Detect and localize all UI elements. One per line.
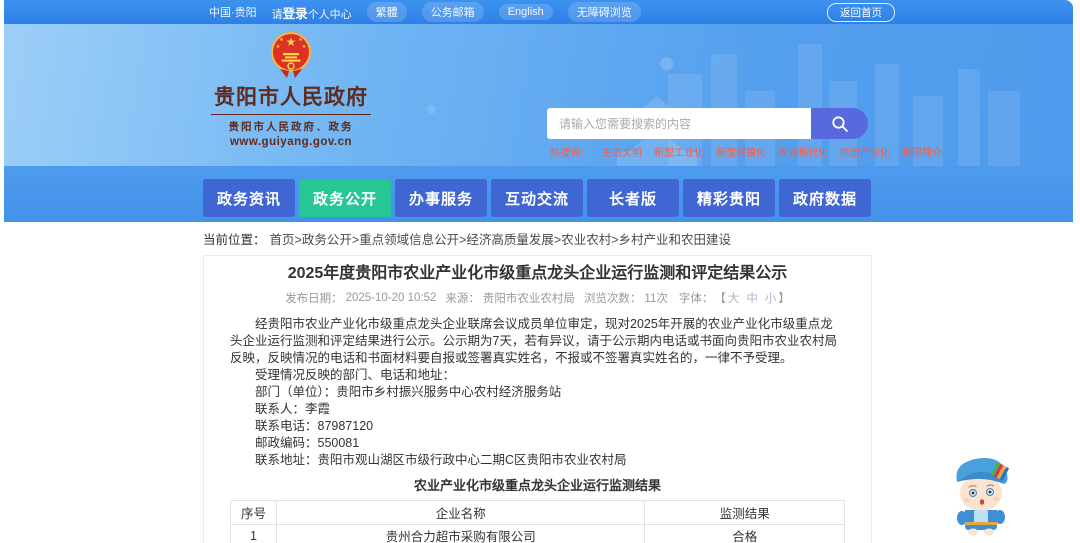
svg-text:★: ★	[286, 35, 297, 49]
views-label: 浏览次数：	[583, 293, 642, 305]
contact-lines: 部门（单位）：贵阳市乡村振兴服务中心农村经济服务站 联系人：李霞联系电话：8798…	[230, 384, 845, 469]
browser-page: 中国·贵阳 请登录个人中心 繁體公务邮箱 English 无障碍浏览 返回首页	[0, 0, 1080, 543]
article-card: 2025年度贵阳市农业产业化市级重点龙头企业运行监测和评定结果公示 发布日期： 2…	[203, 255, 872, 543]
contact-line: 部门（单位）：贵阳市乡村振兴服务中心农村经济服务站	[255, 385, 562, 399]
search-button[interactable]	[811, 108, 868, 139]
source: 贵阳市农业农村局	[482, 293, 575, 305]
table-header-cell: 企业名称	[276, 500, 646, 525]
contact-line: 邮政编码：550081	[255, 436, 360, 450]
hot-search-word[interactable]: 生态文明	[602, 144, 642, 159]
font-size-option[interactable]: 大	[728, 290, 740, 306]
guiyang-mascot-icon[interactable]	[945, 452, 1017, 536]
publish-date: 2025-10-20 10:52	[345, 292, 437, 304]
topbar-links: 中国·贵阳 请登录个人中心 繁體 公务邮箱 English 无障碍浏览	[209, 2, 641, 22]
font-size-bracket-open: 【	[714, 293, 726, 305]
topbar-link[interactable]: English	[498, 4, 553, 20]
topbar-link[interactable]: 无障碍浏览	[567, 2, 641, 22]
login-bold: 登录	[282, 6, 308, 21]
font-size-option[interactable]: 中	[746, 290, 758, 306]
article-title: 2025年度贵阳市农业产业化市级重点龙头企业运行监测和评定结果公示	[287, 265, 788, 282]
nav-tab[interactable]: 互动交流	[491, 179, 583, 217]
contact-line: 联系人：李霞	[255, 402, 331, 416]
nav-tab[interactable]: 政务资讯	[203, 179, 295, 217]
table-body: 1 贵州合力超市采购有限公司 合格 2 贵州友禾种业有限公司 合格	[229, 524, 845, 543]
table-header-row: 序号 企业名称 监测结果	[229, 500, 845, 525]
hot-search-words: 生态文明 新型工业化 新型城镇化 农业现代化 旅游产业化 贵阳简介	[602, 144, 942, 159]
hot-search-word[interactable]: 农业现代化	[778, 144, 828, 159]
search-bar	[547, 108, 868, 139]
topbar-pill-links: 繁體 公务邮箱 English 无障碍浏览	[366, 2, 641, 22]
cell-result: 合格	[644, 524, 845, 543]
table-caption: 农业产业化市级重点龙头企业运行监测结果	[413, 478, 661, 493]
breadcrumb-label: 当前位置：	[203, 233, 266, 247]
site-wrapper: 中国·贵阳 请登录个人中心 繁體公务邮箱 English 无障碍浏览 返回首页	[4, 0, 1073, 543]
hot-search-word[interactable]: 新型城镇化	[716, 144, 766, 159]
site-header: ★ ★ ★ ★ ★ 贵阳市人民政府 贵阳市人民政府．政务 www.guiyang…	[4, 24, 1073, 166]
table-header-cell: 序号	[229, 500, 278, 525]
hot-search-word[interactable]: 新型工业化	[654, 144, 704, 159]
breadcrumb: 当前位置： 首页>政务公开>重点领域信息公开>经济高质量发展>农业农村>乡村产业…	[4, 222, 1073, 255]
topbar-link[interactable]: 公务邮箱	[421, 2, 484, 22]
contact-line: 联系电话：87987120	[255, 419, 374, 433]
article-meta: 发布日期： 2025-10-20 10:52 来源： 贵阳市农业农村局 浏览次数： 1…	[230, 290, 845, 306]
font-size-option[interactable]: 小	[765, 290, 777, 306]
article-paragraph: 受理情况反映的部门、电话和地址：	[255, 368, 456, 382]
breadcrumb-path[interactable]: 首页>政务公开>重点领域信息公开>经济高质量发展>农业农村>乡村产业和农田建设	[270, 229, 732, 248]
monitoring-result-table: 序号企业名称监测结果 1 贵州合力超市采购有限公司 合格 2	[229, 500, 845, 543]
table-header-cell: 监测结果	[644, 500, 845, 525]
hot-search-row: 热搜词： 生态文明 新型工业化 新型城镇化 农业现代化 旅游产业化 贵阳简介	[550, 144, 942, 159]
top-utility-bar: 中国·贵阳 请登录个人中心 繁體 公务邮箱 English 无障碍浏览 返回首页	[4, 0, 1073, 24]
cell-company: 贵州合力超市采购有限公司	[276, 524, 646, 543]
nav-tab[interactable]: 政务公开	[299, 179, 391, 217]
china-national-emblem-icon: ★ ★ ★ ★ ★	[271, 32, 311, 78]
region-label: 中国·贵阳	[209, 7, 257, 19]
hot-search-label: 热搜词：	[550, 148, 590, 159]
svg-text:★: ★	[302, 44, 307, 50]
views: 11次	[644, 293, 668, 305]
font-size-controls: 大中小	[728, 290, 777, 306]
nav-tab[interactable]: 长者版	[587, 179, 679, 217]
back-home-button[interactable]: 返回首页	[827, 3, 895, 22]
article-body: 经贵阳市农业产业化市级重点龙头企业联席会议成员单位审定，现对2025年开展的农业…	[230, 316, 845, 469]
search-input[interactable]	[547, 108, 811, 139]
svg-text:★: ★	[298, 37, 303, 43]
svg-text:★: ★	[279, 37, 284, 43]
font-size-bracket-close: 】	[778, 293, 790, 305]
site-tagline: 贵阳市人民政府．政务	[211, 114, 371, 134]
site-logo-block[interactable]: ★ ★ ★ ★ ★ 贵阳市人民政府 贵阳市人民政府．政务 www.guiyang…	[210, 30, 372, 148]
nav-tab[interactable]: 政府数据	[779, 179, 871, 217]
topbar-link[interactable]: 繁體	[366, 2, 407, 22]
font-size-label: 字体：	[678, 293, 714, 305]
site-title: 贵阳市人民政府	[214, 86, 368, 109]
content-area: 2025年度贵阳市农业产业化市级重点龙头企业运行监测和评定结果公示 发布日期： 2…	[4, 255, 1073, 543]
site-url: www.guiyang.gov.cn	[229, 136, 353, 148]
login-link[interactable]: 请登录个人中心	[272, 3, 352, 22]
source-label: 来源：	[445, 293, 480, 305]
nav-tab[interactable]: 办事服务	[395, 179, 487, 217]
cell-index: 1	[229, 524, 278, 543]
hot-search-word[interactable]: 旅游产业化	[840, 144, 890, 159]
publish-date-label: 发布日期：	[285, 293, 343, 305]
magnifier-icon	[831, 115, 848, 132]
contact-line: 联系地址：贵阳市观山湖区市级行政中心二期C区贵阳市农业农村局	[255, 453, 627, 467]
svg-text:★: ★	[276, 44, 281, 50]
hot-search-word[interactable]: 贵阳简介	[902, 144, 942, 159]
article-paragraph: 经贵阳市农业产业化市级重点龙头企业联席会议成员单位审定，现对2025年开展的农业…	[230, 317, 837, 365]
table-row: 1 贵州合力超市采购有限公司 合格	[229, 524, 845, 543]
main-navigation: 政务资讯 政务公开 办事服务 互动交流 长者版 精彩贵阳 政府数据	[4, 166, 1073, 222]
nav-tab[interactable]: 精彩贵阳	[683, 179, 775, 217]
